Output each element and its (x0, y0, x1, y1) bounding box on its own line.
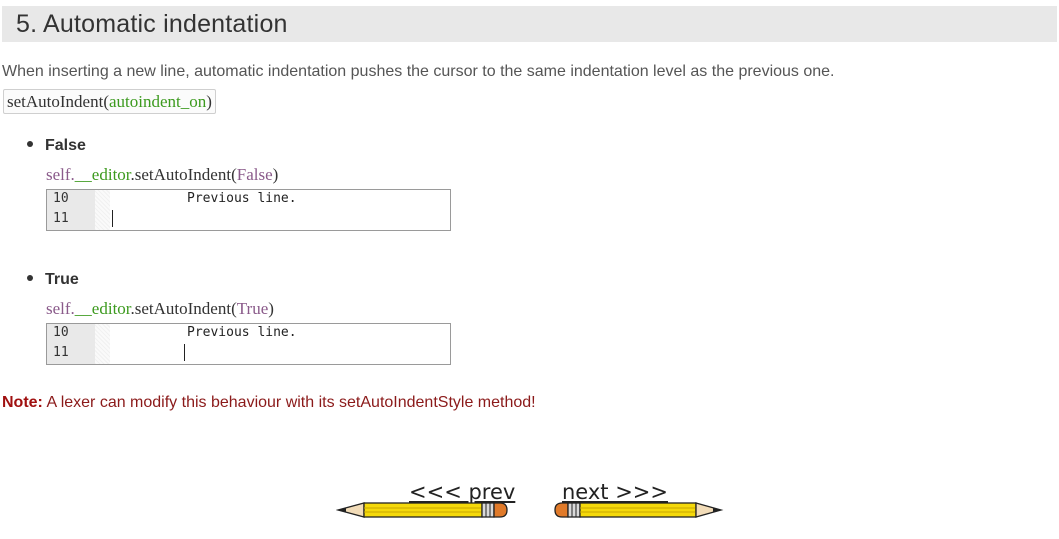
call-editor: __editor (74, 299, 131, 318)
line-number: 10 (53, 325, 69, 340)
method-signature: setAutoIndent(autoindent_on) (3, 89, 216, 114)
editor-true[interactable]: 10 11 Previous line. (46, 323, 451, 365)
bullet-true: True (27, 271, 79, 289)
section-title: 5. Automatic indentation (16, 10, 288, 38)
call-close: ) (272, 165, 279, 184)
call-method: .setAutoIndent( (130, 165, 237, 184)
call-self: self. (46, 299, 75, 318)
text-cursor (112, 210, 113, 227)
note-text: A lexer can modify this behaviour with i… (42, 394, 536, 411)
note-paragraph: Note: A lexer can modify this behaviour … (2, 394, 536, 412)
signature-close: ) (206, 92, 212, 111)
text-cursor (184, 344, 185, 361)
line-number: 11 (53, 345, 69, 360)
code-line: Previous line. (187, 191, 297, 206)
call-method: .setAutoIndent( (130, 299, 237, 318)
call-close: ) (268, 299, 274, 318)
pencil-right-icon (554, 502, 724, 518)
bullet-label: True (45, 271, 79, 288)
bullet-label: False (45, 137, 86, 154)
editor-false[interactable]: 10 11 Previous line. (46, 189, 451, 231)
code-call-true: self.__editor.setAutoIndent(True) (46, 299, 274, 319)
note-label: Note: (2, 394, 43, 411)
bullet-false: False (27, 137, 86, 155)
call-arg: False (236, 165, 273, 184)
fold-margin (95, 324, 110, 364)
fold-margin (95, 190, 110, 230)
signature-method: setAutoIndent( (7, 92, 109, 111)
bullet-dot-icon (27, 140, 33, 147)
line-number: 11 (53, 211, 69, 226)
section-header: 5. Automatic indentation (2, 6, 1057, 42)
pencil-left-icon (336, 502, 508, 518)
call-self: self. (46, 165, 75, 184)
next-button[interactable]: next >>> (552, 478, 724, 522)
code-call-false: self.__editor.setAutoIndent(False) (46, 165, 278, 185)
intro-paragraph: When inserting a new line, automatic ind… (2, 63, 835, 80)
line-number: 10 (53, 191, 69, 206)
call-editor: __editor (74, 165, 131, 184)
signature-param: autoindent_on (108, 92, 207, 111)
bullet-dot-icon (27, 274, 33, 281)
prev-button[interactable]: <<< prev (336, 478, 515, 522)
call-arg: True (236, 299, 269, 318)
code-line: Previous line. (187, 325, 297, 340)
